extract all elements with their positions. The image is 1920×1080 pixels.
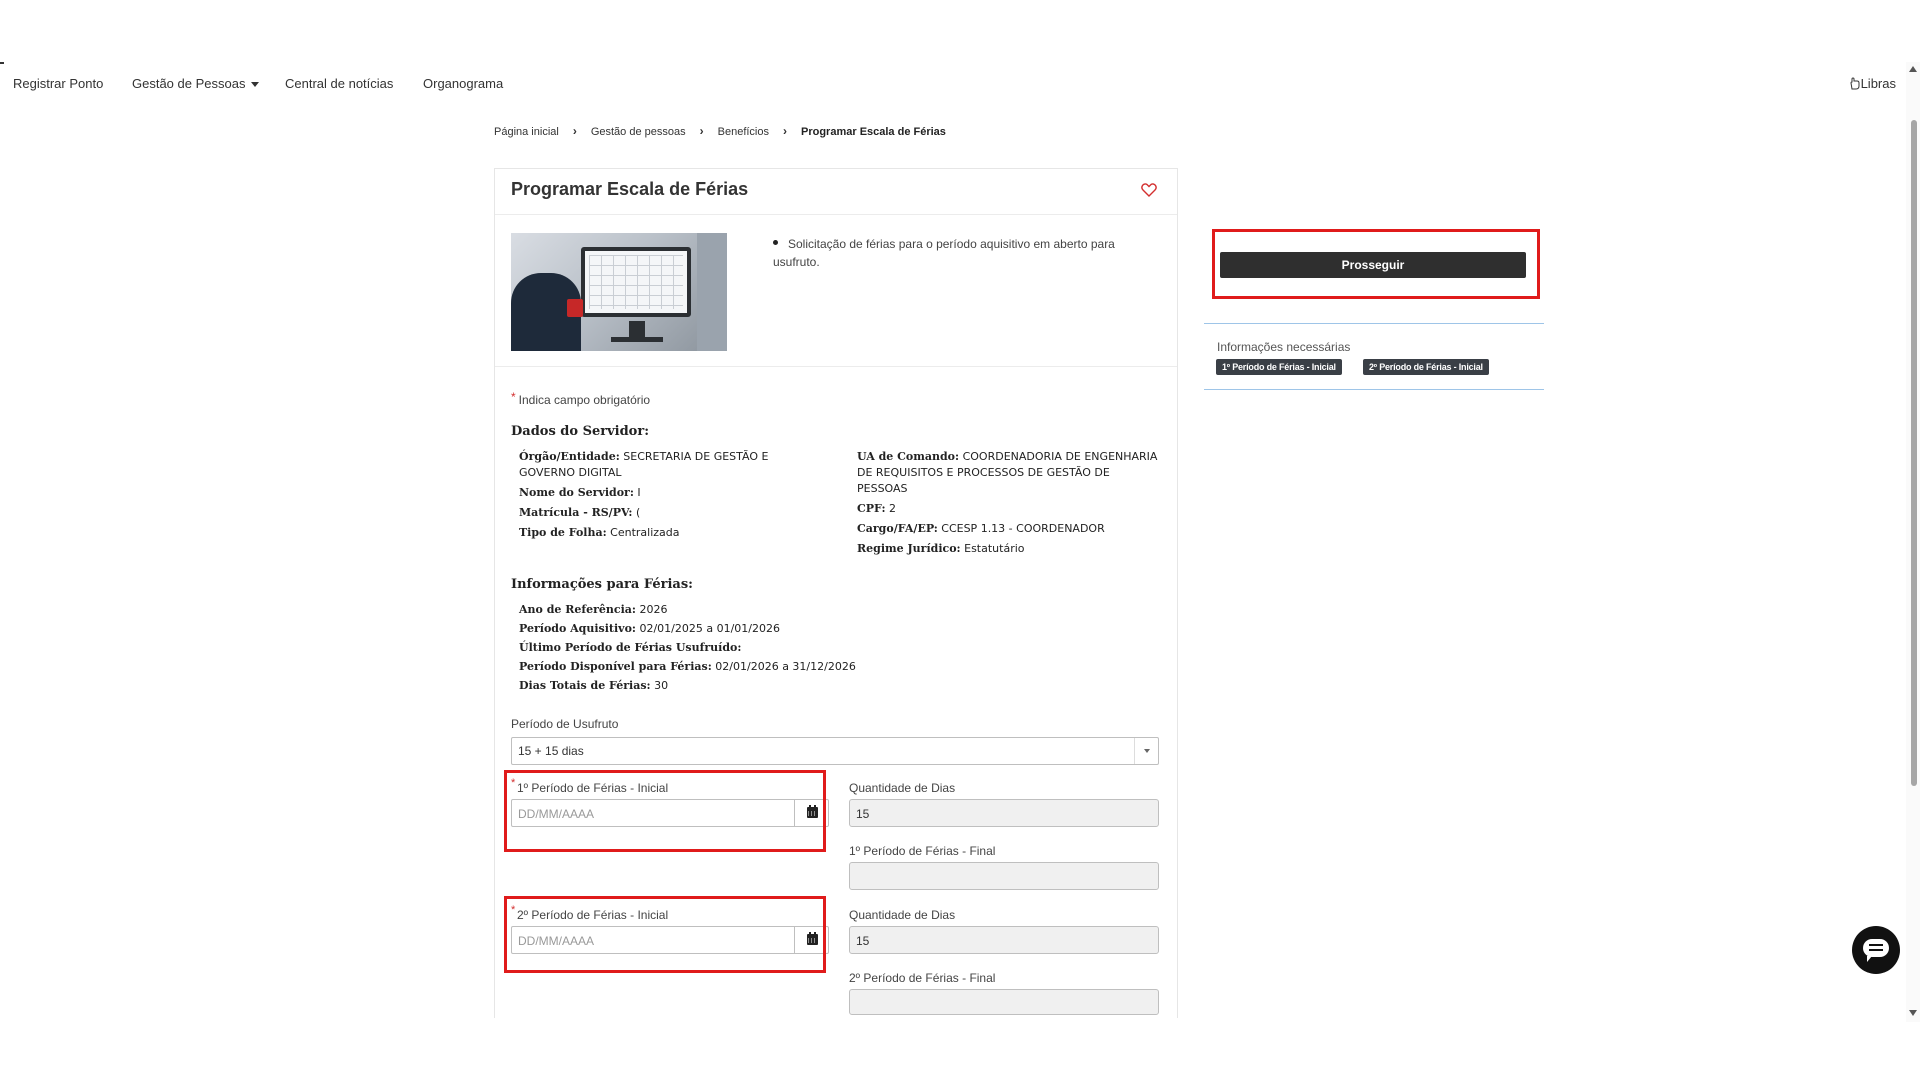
breadcrumb-home[interactable]: Página inicial	[494, 126, 559, 138]
kv-matricula: Matrícula - RS/PV: (	[519, 506, 641, 519]
caret-down-icon	[251, 82, 260, 88]
p2-inicial-label-text: 2º Período de Férias - Inicial	[517, 908, 669, 922]
p2-calendar-button[interactable]	[794, 927, 828, 953]
periodo-usufruto-value: 15 + 15 dias	[518, 744, 584, 758]
libras-label: Libras	[1860, 76, 1896, 91]
divider	[495, 366, 1177, 367]
p1-final-field	[849, 862, 1159, 890]
monitor-base	[611, 337, 663, 342]
kv-cargo: Cargo/FA/EP: CCESP 1.13 - COORDENADOR	[857, 522, 1105, 535]
p2-inicial-placeholder: DD/MM/AAAA	[518, 934, 595, 948]
required-note: * Indica campo obrigatório	[511, 390, 651, 407]
calendar-icon	[807, 805, 818, 818]
kv-orgao: Órgão/Entidade: SECRETARIA DE GESTÃO E G…	[519, 450, 769, 479]
divider	[1204, 389, 1544, 390]
p1-inicial-input[interactable]: DD/MM/AAAA	[511, 799, 829, 827]
hand-icon	[1850, 77, 1860, 90]
divider	[495, 214, 1177, 215]
required-marker: *	[511, 390, 516, 404]
kv-ua-comando: UA de Comando: COORDENADORIA DE ENGENHAR…	[857, 450, 1158, 495]
p1-calendar-button[interactable]	[794, 800, 828, 826]
chevron-right-icon: ›	[783, 124, 787, 138]
p1-inicial-placeholder: DD/MM/AAAA	[518, 807, 595, 821]
required-marker: *	[511, 904, 516, 916]
chat-icon	[1863, 939, 1889, 962]
breadcrumb-current: Programar Escala de Férias	[801, 126, 946, 138]
periodo-usufruto-label: Período de Usufruto	[511, 717, 619, 731]
chat-button[interactable]	[1852, 926, 1900, 974]
monitor-shape	[581, 247, 691, 317]
p1-final-label: 1º Período de Férias - Final	[849, 844, 996, 858]
shelf-shape	[697, 233, 727, 351]
mug-shape	[567, 299, 583, 317]
servidor-left: Órgão/Entidade: SECRETARIA DE GESTÃO E G…	[519, 449, 789, 541]
kv-periodo-aquisitivo: Período Aquisitivo: 02/01/2025 a 01/01/2…	[519, 622, 781, 635]
p2-qtd-label: Quantidade de Dias	[849, 908, 956, 922]
chat-line	[1869, 944, 1883, 946]
chevron-down-icon	[1134, 738, 1158, 764]
divider	[1204, 323, 1544, 324]
page-title: Programar Escala de Férias	[511, 179, 749, 199]
tag-p1-inicial: 1º Período de Férias - Inicial	[1216, 359, 1342, 375]
p2-qtd-field: 15	[849, 926, 1159, 954]
servidor-right: UA de Comando: COORDENADORIA DE ENGENHAR…	[857, 449, 1163, 557]
kv-periodo-disponivel: Período Disponível para Férias: 02/01/20…	[519, 660, 856, 673]
p1-inicial-label-text: 1º Período de Férias - Inicial	[517, 781, 669, 795]
required-marker: *	[511, 777, 516, 789]
periodo-usufruto-select[interactable]: 15 + 15 dias	[511, 737, 1159, 765]
intro-label: Solicitação de férias para o período aqu…	[773, 237, 1115, 269]
bullet-icon	[773, 240, 778, 246]
chevron-right-icon: ›	[699, 124, 704, 138]
breadcrumb-gestao[interactable]: Gestão de pessoas	[591, 126, 686, 138]
p2-inicial-input[interactable]: DD/MM/AAAA	[511, 926, 829, 954]
kv-ano-referencia: Ano de Referência: 2026	[519, 603, 668, 616]
prosseguir-button[interactable]: Prosseguir	[1220, 252, 1526, 278]
breadcrumb-beneficios[interactable]: Benefícios	[718, 126, 769, 138]
nav-organograma[interactable]: Organograma	[423, 76, 503, 91]
kv-ultimo-periodo: Último Período de Férias Usufruído:	[519, 641, 742, 654]
scroll-up-icon[interactable]	[1909, 66, 1917, 72]
p1-qtd-label: Quantidade de Dias	[849, 781, 956, 795]
ferias-info: Ano de Referência: 2026 Período Aquisiti…	[519, 602, 919, 694]
nav-gestao-pessoas-label: Gestão de Pessoas	[132, 76, 246, 91]
tag-p2-inicial: 2º Período de Férias - Inicial	[1363, 359, 1489, 375]
chat-line	[1869, 949, 1883, 951]
heart-icon[interactable]	[1141, 183, 1157, 197]
p1-qtd-field: 15	[849, 799, 1159, 827]
scroll-down-icon[interactable]	[1909, 1010, 1917, 1016]
p2-final-label: 2º Período de Férias - Final	[849, 971, 996, 985]
p2-inicial-label: * 2º Período de Férias - Inicial	[511, 904, 669, 922]
top-nav: Registrar Ponto Gestão de Pessoas Centra…	[0, 62, 1920, 106]
breadcrumb: Página inicial › Gestão de pessoas › Benefíc…	[494, 124, 946, 138]
libras-button[interactable]: Libras	[1849, 76, 1896, 91]
intro-text: Solicitação de férias para o período aqu…	[773, 235, 1153, 271]
kv-dias-totais: Dias Totais de Férias: 30	[519, 679, 669, 692]
kv-regime: Regime Jurídico: Estatutário	[857, 542, 1025, 555]
servidor-title: Dados do Servidor:	[511, 424, 649, 439]
kv-nome: Nome do Servidor: I	[519, 486, 641, 499]
nav-gestao-pessoas[interactable]: Gestão de Pessoas	[132, 76, 260, 91]
scrollbar[interactable]	[1906, 62, 1920, 1022]
scroll-thumb[interactable]	[1911, 120, 1917, 786]
nav-central-noticias[interactable]: Central de notícias	[285, 76, 393, 91]
info-necessarias-title: Informações necessárias	[1217, 340, 1351, 354]
nav-registrar-ponto[interactable]: Registrar Ponto	[13, 76, 103, 91]
calendar-icon	[807, 932, 818, 945]
kv-cpf: CPF: 2	[857, 502, 897, 515]
chevron-right-icon: ›	[572, 124, 577, 138]
p2-final-field	[849, 989, 1159, 1015]
required-note-label: Indica campo obrigatório	[518, 393, 651, 407]
service-card: Programar Escala de Férias Solicitação d…	[494, 168, 1178, 1018]
calendar-grid	[589, 255, 683, 309]
hero-image	[511, 233, 727, 351]
p1-inicial-label: * 1º Período de Férias - Inicial	[511, 777, 669, 795]
kv-tipo-folha: Tipo de Folha: Centralizada	[519, 526, 680, 539]
ferias-title: Informações para Férias:	[511, 577, 693, 592]
